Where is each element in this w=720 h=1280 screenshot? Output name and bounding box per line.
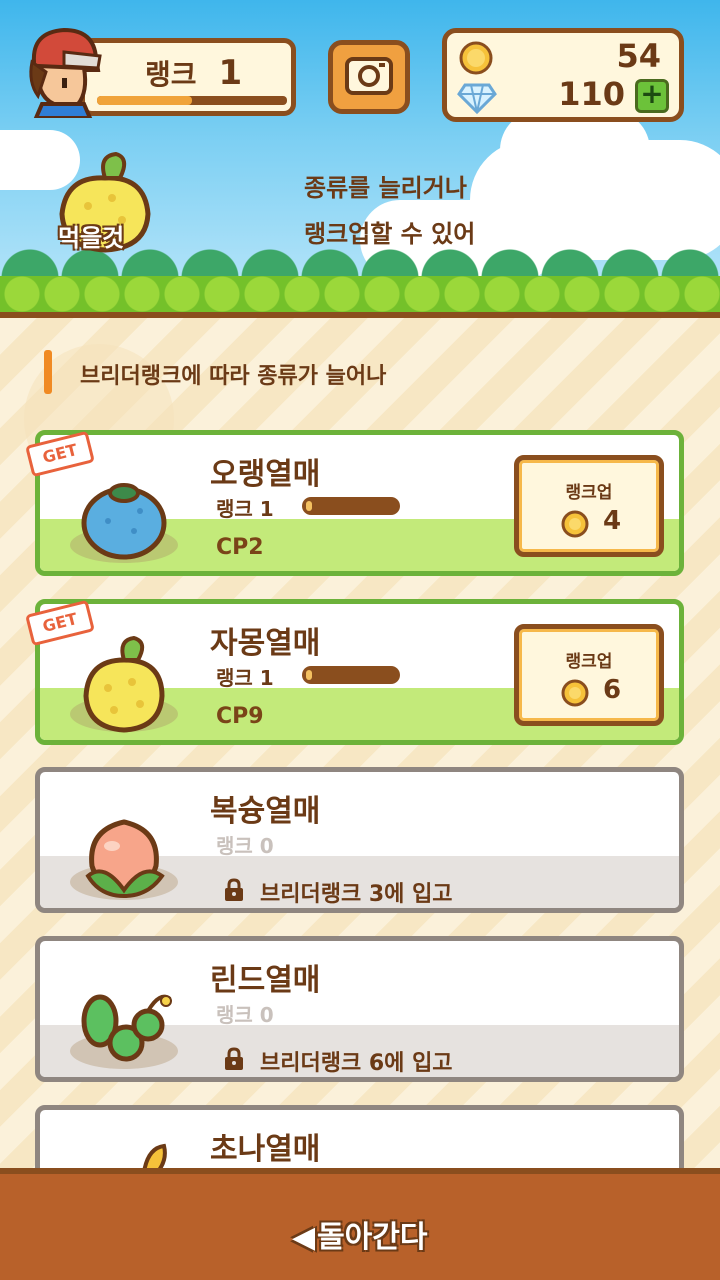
chople-berry-icon	[142, 1143, 167, 1168]
sitrus-berry-icon	[83, 635, 165, 733]
player-rank-value: 1	[218, 53, 243, 93]
currency-box: 54 110 +	[442, 28, 684, 122]
berry-name: 린드열매	[210, 963, 321, 998]
rank-up-cost: 4	[603, 506, 622, 536]
section-heading-text: 브리더랭크에 따라 종류가 늘어나	[80, 364, 387, 389]
rank-up-button[interactable]: 랭크업 4	[514, 455, 664, 557]
back-arrow-icon: ◀	[292, 1220, 316, 1255]
lock-icon	[225, 878, 243, 901]
coin-count: 54	[616, 37, 661, 75]
pecha-berry-icon	[85, 819, 165, 899]
berry-card-oran[interactable]: 오랭열매 랭크 1 CP2 랭크업 4	[35, 430, 684, 576]
berry-rank: 랭크 1	[216, 497, 274, 521]
rank-up-label: 랭크업	[565, 652, 613, 672]
rank-up-cost: 6	[603, 675, 622, 705]
food-label[interactable]: 먹을것	[58, 218, 124, 253]
berry-card-pecha[interactable]: 복슝열매 랭크 0 브리더랭크 3에 입고	[35, 767, 684, 913]
camera-icon	[345, 57, 393, 95]
rank-up-label: 랭크업	[565, 483, 613, 503]
footer-bar: ◀돌아간다	[0, 1168, 720, 1280]
coin-icon	[561, 510, 589, 538]
trainer-avatar-icon[interactable]	[24, 22, 104, 118]
player-rank-text: 랭크 1	[145, 53, 242, 93]
berry-rank: 랭크 1	[216, 666, 274, 690]
berry-rank-progress	[302, 497, 400, 515]
cloud	[500, 110, 650, 190]
camera-button[interactable]	[328, 40, 410, 114]
berry-cp: CP9	[216, 704, 264, 729]
add-gems-button[interactable]: +	[635, 79, 669, 113]
berry-cp: CP2	[216, 535, 264, 560]
berry-rank-progress	[302, 666, 400, 684]
berry-name: 오랭열매	[210, 457, 321, 492]
berry-rank: 랭크 0	[216, 1003, 274, 1027]
berry-card-sitrus[interactable]: 자몽열매 랭크 1 CP9 랭크업 6	[35, 599, 684, 745]
coin-icon	[459, 41, 493, 75]
berry-name: 복슝열매	[210, 794, 321, 829]
berry-name: 초나열매	[210, 1132, 321, 1167]
berry-rank-progress-fill	[306, 670, 312, 680]
gem-count: 110	[558, 75, 625, 113]
berry-list[interactable]: 브리더랭크에 따라 종류가 늘어나 오랭열매 랭크 1 CP2 랭크업 4 GE…	[0, 318, 720, 1168]
berry-card-chople[interactable]: 초나열매	[35, 1105, 684, 1168]
unlock-requirement: 브리더랭크 6에 입고	[260, 1051, 453, 1076]
hint-line-1: 종류를 늘리거나	[304, 174, 467, 202]
player-rank-box[interactable]: 랭크 1	[80, 38, 296, 116]
berry-card-rindo[interactable]: 린드열매 랭크 0 브리더랭크 6에 입고	[35, 936, 684, 1082]
player-rank-label: 랭크	[145, 58, 197, 91]
player-rank-progress	[97, 96, 287, 105]
berry-rank: 랭크 0	[216, 834, 274, 858]
player-rank-progress-fill	[97, 96, 192, 105]
back-button[interactable]: ◀돌아간다	[292, 1212, 427, 1256]
section-heading-bar	[44, 350, 52, 394]
hint-line-2: 랭크업할 수 있어	[304, 220, 476, 248]
rindo-berry-icon	[81, 994, 172, 1062]
lock-icon	[225, 1047, 243, 1070]
coin-icon	[561, 679, 589, 707]
back-label: 돌아간다	[317, 1220, 428, 1255]
diamond-icon	[457, 83, 497, 115]
grass	[0, 276, 720, 314]
berry-name: 자몽열매	[210, 626, 321, 661]
unlock-requirement: 브리더랭크 3에 입고	[260, 882, 453, 907]
berry-rank-progress-fill	[306, 501, 312, 511]
oran-berry-icon	[81, 483, 167, 560]
rank-up-button[interactable]: 랭크업 6	[514, 624, 664, 726]
header-sky: 랭크 1 54 110 + 먹을것 종류를 늘리거나 랭크업할 수 있어	[0, 0, 720, 318]
